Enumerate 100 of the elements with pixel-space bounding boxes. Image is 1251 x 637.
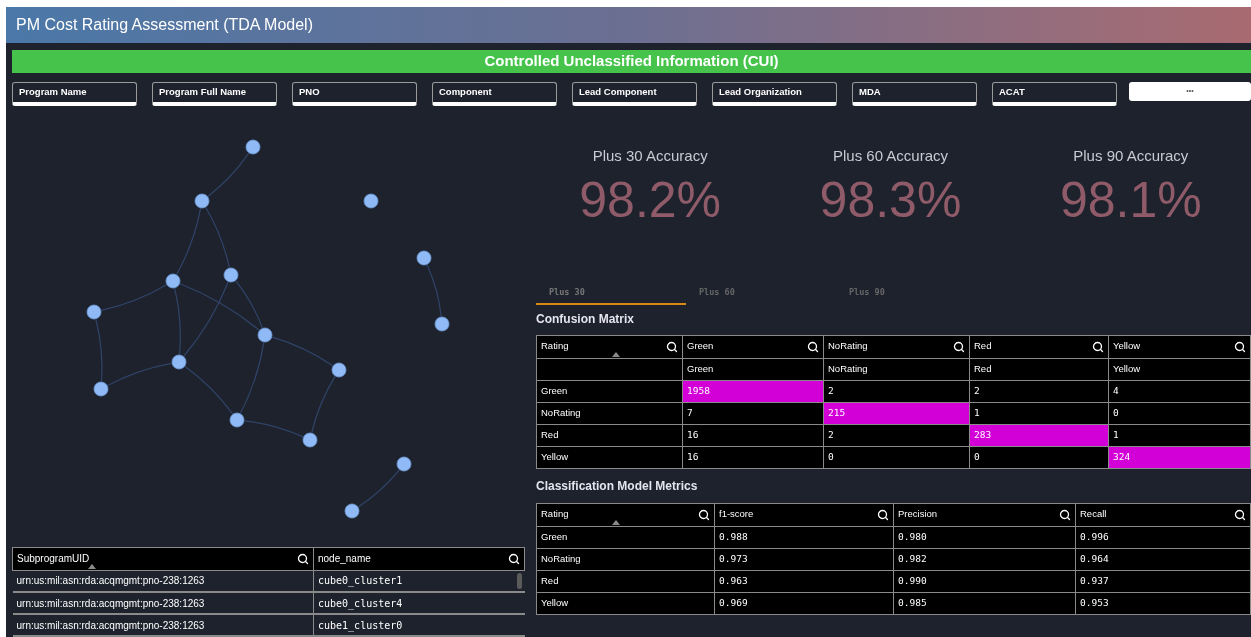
graph-edge xyxy=(357,469,400,508)
graph-node[interactable] xyxy=(245,139,261,155)
graph-node[interactable] xyxy=(86,304,102,320)
column-header[interactable]: SubprogramUID xyxy=(12,547,314,570)
sort-indicator-icon xyxy=(88,563,96,569)
graph-edge xyxy=(100,284,168,311)
table-cell: 0.985 xyxy=(893,592,1076,614)
column-header[interactable]: NoRating xyxy=(823,335,970,358)
filter-dropdown[interactable]: Lead Organization xyxy=(712,82,837,106)
graph-node[interactable] xyxy=(165,273,181,289)
classification-banner: Controlled Unclassified Information (CUI) xyxy=(12,50,1251,73)
column-header[interactable]: node_name xyxy=(313,547,525,570)
graph-node[interactable] xyxy=(344,503,360,519)
kpi-label: Plus 90 Accuracy xyxy=(1073,146,1189,166)
filter-dropdown[interactable]: Program Name xyxy=(12,82,137,106)
search-icon[interactable] xyxy=(508,552,520,565)
table-cell: cube0_cluster1 xyxy=(313,570,525,592)
table-cell: 2 xyxy=(969,380,1109,402)
table-cell: Green xyxy=(536,526,715,548)
table-cell: 1 xyxy=(1108,424,1251,446)
search-icon[interactable] xyxy=(698,508,710,521)
filter-dropdown[interactable]: MDA xyxy=(852,82,977,106)
graph-edge xyxy=(243,420,304,438)
table-cell: 0.969 xyxy=(714,592,894,614)
search-icon[interactable] xyxy=(877,508,889,521)
kpi-label: Plus 30 Accuracy xyxy=(592,146,708,166)
table-cell: 7 xyxy=(682,402,824,424)
table-cell: 324 xyxy=(1108,446,1251,468)
table-cell: NoRating xyxy=(823,358,970,380)
table-cell: 283 xyxy=(969,424,1109,446)
graph-node[interactable] xyxy=(363,193,379,209)
search-icon[interactable] xyxy=(953,340,965,353)
filter-dropdown[interactable]: PNO xyxy=(292,82,417,106)
search-icon[interactable] xyxy=(1234,340,1246,353)
search-icon[interactable] xyxy=(297,552,309,565)
table-cell: 215 xyxy=(823,402,970,424)
search-icon[interactable] xyxy=(666,340,678,353)
table-cell: Red xyxy=(536,424,683,446)
table-cell: Yellow xyxy=(1108,358,1251,380)
table-cell: cube1_cluster0 xyxy=(313,614,525,636)
filter-dropdown[interactable]: Program Full Name xyxy=(152,82,277,106)
graph-node[interactable] xyxy=(257,327,273,343)
table-cell: 0.990 xyxy=(893,570,1076,592)
graph-node[interactable] xyxy=(229,412,245,428)
table-cell: Green xyxy=(536,380,683,402)
table-cell: urn:us:mil:asn:rda:acqmgmt:pno-238:1263 xyxy=(12,614,314,636)
table-cell: Yellow xyxy=(536,446,683,468)
filter-dropdown[interactable]: Lead Component xyxy=(572,82,697,106)
search-icon[interactable] xyxy=(1234,508,1246,521)
table-cell: 0.964 xyxy=(1075,548,1251,570)
search-icon[interactable] xyxy=(1092,340,1104,353)
kpi-value: 98.1% xyxy=(1059,170,1202,230)
column-header[interactable]: Rating xyxy=(536,503,715,526)
table-cell: 0 xyxy=(1108,402,1251,424)
table-cell: 0.982 xyxy=(893,548,1076,570)
section-title: Confusion Matrix xyxy=(536,310,635,328)
table-cell: 0.953 xyxy=(1075,592,1251,614)
graph-node[interactable] xyxy=(194,193,210,209)
window-title: PM Cost Rating Assessment (TDA Model) xyxy=(16,15,313,35)
table-cell: 1 xyxy=(969,402,1109,424)
table-cell: Yellow xyxy=(536,592,715,614)
tab[interactable]: Plus 30 xyxy=(536,281,686,305)
column-header[interactable]: Rating xyxy=(536,335,683,358)
graph-edge xyxy=(311,375,336,434)
column-header[interactable]: Yellow xyxy=(1108,335,1251,358)
graph-edge xyxy=(207,152,250,198)
search-icon[interactable] xyxy=(807,340,819,353)
graph-node[interactable] xyxy=(302,432,318,448)
table-cell: NoRating xyxy=(536,402,683,424)
table-cell: 16 xyxy=(682,446,824,468)
section-title: Classification Model Metrics xyxy=(536,477,699,495)
filter-dropdown[interactable]: ACAT xyxy=(992,82,1117,106)
graph-node[interactable] xyxy=(171,354,187,370)
graph-edge xyxy=(95,318,103,383)
search-icon[interactable] xyxy=(1059,508,1071,521)
column-header[interactable]: Precision xyxy=(893,503,1076,526)
graph-node[interactable] xyxy=(416,250,432,266)
kpi-value: 98.3% xyxy=(819,170,962,230)
graph-node[interactable] xyxy=(93,381,109,397)
table-cell: NoRating xyxy=(536,548,715,570)
graph-node[interactable] xyxy=(434,316,450,332)
table-cell: cube0_cluster4 xyxy=(313,592,525,614)
table-cell: 0.988 xyxy=(714,526,894,548)
table-cell: 1958 xyxy=(682,380,824,402)
table-cell: urn:us:mil:asn:rda:acqmgmt:pno-238:1263 xyxy=(12,570,314,592)
table-cell: Red xyxy=(969,358,1109,380)
graph-edge xyxy=(176,207,202,276)
scrollbar[interactable] xyxy=(516,572,522,589)
column-header[interactable]: f1-score xyxy=(714,503,894,526)
column-header[interactable]: Red xyxy=(969,335,1109,358)
graph-edge xyxy=(205,206,230,269)
column-header[interactable]: Green xyxy=(682,335,824,358)
column-header[interactable]: Recall xyxy=(1075,503,1251,526)
table-cell: 0.980 xyxy=(893,526,1076,548)
table-cell: 0 xyxy=(969,446,1109,468)
graph-node[interactable] xyxy=(223,267,239,283)
filter-dropdown[interactable]: Component xyxy=(432,82,557,106)
table-cell: 0.973 xyxy=(714,548,894,570)
graph-node[interactable] xyxy=(331,362,347,378)
graph-node[interactable] xyxy=(396,456,412,472)
